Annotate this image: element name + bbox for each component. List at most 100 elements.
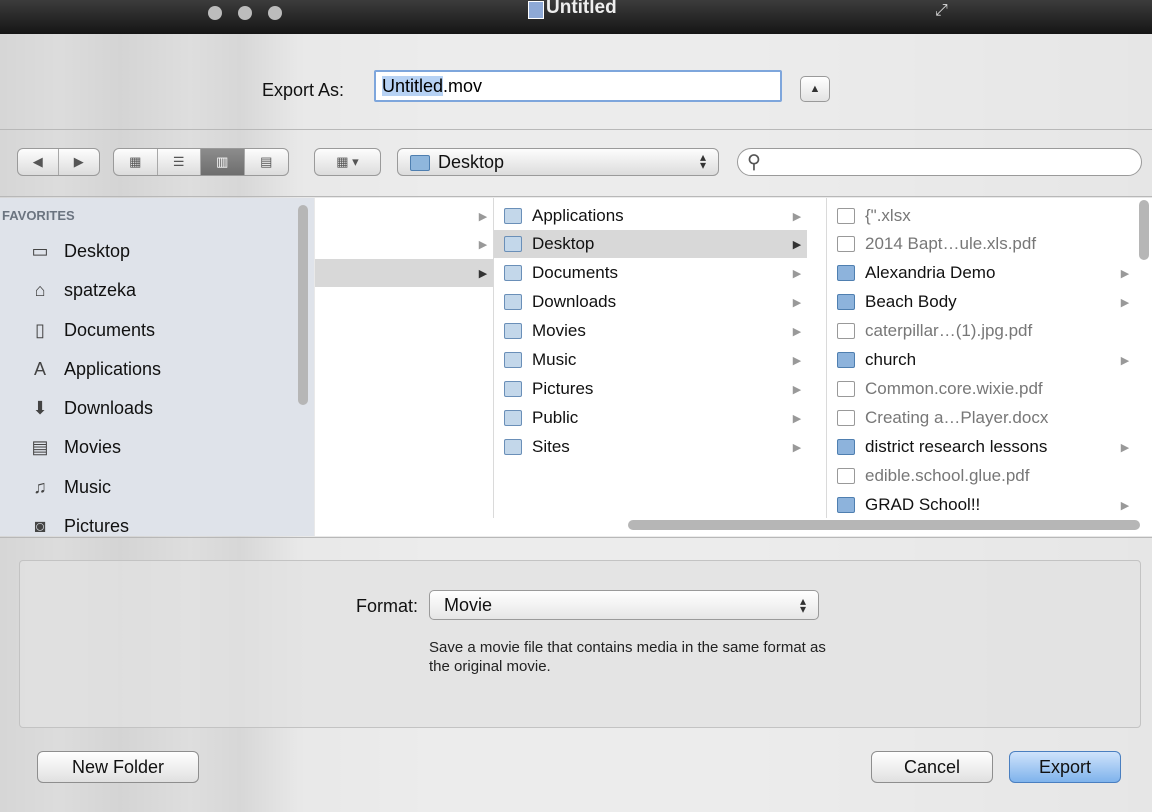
- downloads-icon: ⬇: [32, 397, 48, 418]
- column2-item-music[interactable]: Music ▶: [494, 346, 807, 374]
- sidebar: FAVORITES ▭ Desktop ⌂ spatzeka ▯ Documents …: [0, 198, 314, 536]
- documents-icon: ▯: [35, 319, 45, 340]
- sidebar-scrollbar[interactable]: [298, 205, 308, 405]
- disclosure-arrow-icon: ▶: [1120, 267, 1130, 280]
- coverflow-view-button[interactable]: ▤: [245, 149, 288, 175]
- filename-field[interactable]: Untitled.mov: [374, 70, 782, 102]
- pictures-folder-icon: [504, 381, 522, 397]
- pictures-icon: ◙: [34, 515, 46, 536]
- column3-item[interactable]: Alexandria Demo ▶: [827, 259, 1135, 287]
- sidebar-item-documents[interactable]: ▯ Documents: [28, 315, 155, 345]
- horizontal-scrollbar[interactable]: [628, 520, 1140, 530]
- new-folder-button[interactable]: New Folder: [37, 751, 199, 783]
- column3-item[interactable]: caterpillar…(1).jpg.pdf: [827, 317, 1135, 345]
- disclosure-arrow-icon: ▶: [1120, 354, 1130, 367]
- divider: [0, 129, 1152, 130]
- folder-icon: [837, 265, 855, 281]
- sidebar-item-home[interactable]: ⌂ spatzeka: [28, 275, 136, 305]
- divider: [0, 196, 1152, 197]
- zoom-window-button[interactable]: [268, 6, 282, 20]
- fullscreen-icon[interactable]: ⤢: [935, 2, 948, 20]
- column3-item[interactable]: edible.school.glue.pdf: [827, 462, 1135, 490]
- export-button[interactable]: Export: [1009, 751, 1121, 783]
- spreadsheet-file-icon: [837, 208, 855, 224]
- column2-item-documents[interactable]: Documents ▶: [494, 259, 807, 287]
- disclosure-arrow-icon: ▶: [792, 238, 802, 251]
- column2-item-public[interactable]: Public ▶: [494, 404, 807, 432]
- list-item[interactable]: ▶: [315, 259, 493, 287]
- list-icon: ☰: [172, 154, 185, 169]
- format-popup[interactable]: Movie ▴ ▾: [429, 590, 819, 620]
- column-view-button[interactable]: ▥: [201, 149, 245, 175]
- sidebar-item-music[interactable]: ♫ Music: [28, 472, 111, 502]
- format-description: Save a movie file that contains media in…: [429, 639, 826, 675]
- location-popup[interactable]: Desktop ▴ ▾: [397, 148, 719, 176]
- arrange-menu-button[interactable]: ▦ ▾: [315, 149, 380, 175]
- minimize-window-button[interactable]: [238, 6, 252, 20]
- applications-icon: A: [33, 358, 46, 379]
- column3-item[interactable]: Beach Body ▶: [827, 288, 1135, 316]
- chevron-left-icon: ◀: [32, 154, 43, 169]
- disclosure-arrow-icon: ▶: [1120, 296, 1130, 309]
- pdf-file-icon: [837, 381, 855, 397]
- column2-item-desktop[interactable]: Desktop ▶: [494, 230, 807, 258]
- close-window-button[interactable]: [208, 6, 222, 20]
- list-view-button[interactable]: ☰: [158, 149, 201, 175]
- column2-item-downloads[interactable]: Downloads ▶: [494, 288, 807, 316]
- export-as-label: Export As:: [262, 80, 345, 100]
- expand-sheet-button[interactable]: ▲: [800, 76, 830, 102]
- docx-file-icon: [837, 410, 855, 426]
- column2-item-applications[interactable]: Applications ▶: [494, 202, 807, 230]
- column3-item[interactable]: {".xlsx: [827, 202, 1135, 230]
- back-forward-control: ◀ ▶: [17, 148, 100, 176]
- location-label: Desktop: [438, 152, 505, 172]
- disclosure-arrow-icon: ▶: [792, 383, 802, 396]
- forward-button[interactable]: ▶: [59, 149, 100, 175]
- filename-selected-text: Untitled: [382, 76, 444, 96]
- list-item[interactable]: ▶: [315, 230, 493, 258]
- movies-icon: ▤: [31, 436, 49, 457]
- pdf-file-icon: [837, 323, 855, 339]
- home-icon: ⌂: [34, 279, 46, 300]
- column3-item[interactable]: Creating a…Player.docx: [827, 404, 1135, 432]
- sidebar-item-applications[interactable]: A Applications: [28, 354, 161, 384]
- grid-icon: ▦: [129, 154, 142, 169]
- column3-item[interactable]: GRAD School!! ▶: [827, 491, 1135, 519]
- sites-folder-icon: [504, 439, 522, 455]
- list-item[interactable]: ▶: [315, 202, 493, 230]
- disclosure-arrow-icon: ▶: [478, 210, 488, 223]
- format-label: Format:: [356, 596, 419, 616]
- sidebar-item-pictures[interactable]: ◙ Pictures: [28, 511, 129, 536]
- column3-item[interactable]: church ▶: [827, 346, 1135, 374]
- sidebar-item-movies[interactable]: ▤ Movies: [28, 432, 121, 462]
- disclosure-arrow-icon: ▶: [478, 238, 488, 251]
- column2-item-pictures[interactable]: Pictures ▶: [494, 375, 807, 403]
- desktop-icon: ▭: [31, 240, 49, 261]
- column3-item[interactable]: district research lessons ▶: [827, 433, 1135, 461]
- disclosure-arrow-icon: ▶: [1120, 441, 1130, 454]
- music-icon: ♫: [33, 476, 47, 497]
- search-icon: ⚲: [747, 152, 761, 173]
- document-icon: [528, 1, 544, 19]
- vertical-scrollbar[interactable]: [1139, 200, 1149, 260]
- chevron-right-icon: ▶: [73, 154, 84, 169]
- sidebar-heading: FAVORITES: [2, 208, 75, 223]
- arrange-icon: ▦ ▾: [336, 154, 359, 169]
- search-field[interactable]: ⚲: [737, 148, 1142, 176]
- column3-item[interactable]: Common.core.wixie.pdf: [827, 375, 1135, 403]
- coverflow-icon: ▤: [260, 154, 273, 169]
- sidebar-item-desktop[interactable]: ▭ Desktop: [28, 236, 130, 266]
- downloads-folder-icon: [504, 294, 522, 310]
- column2-item-movies[interactable]: Movies ▶: [494, 317, 807, 345]
- column2-item-sites[interactable]: Sites ▶: [494, 433, 807, 461]
- sidebar-item-downloads[interactable]: ⬇ Downloads: [28, 393, 153, 423]
- pdf-file-icon: [837, 236, 855, 252]
- icon-view-button[interactable]: ▦: [114, 149, 158, 175]
- movies-folder-icon: [504, 323, 522, 339]
- cancel-button[interactable]: Cancel: [871, 751, 993, 783]
- triangle-up-icon: ▲: [809, 83, 821, 95]
- back-button[interactable]: ◀: [18, 149, 59, 175]
- column3-item[interactable]: 2014 Bapt…ule.xls.pdf: [827, 230, 1135, 258]
- folder-icon: [837, 439, 855, 455]
- folder-icon: [837, 497, 855, 513]
